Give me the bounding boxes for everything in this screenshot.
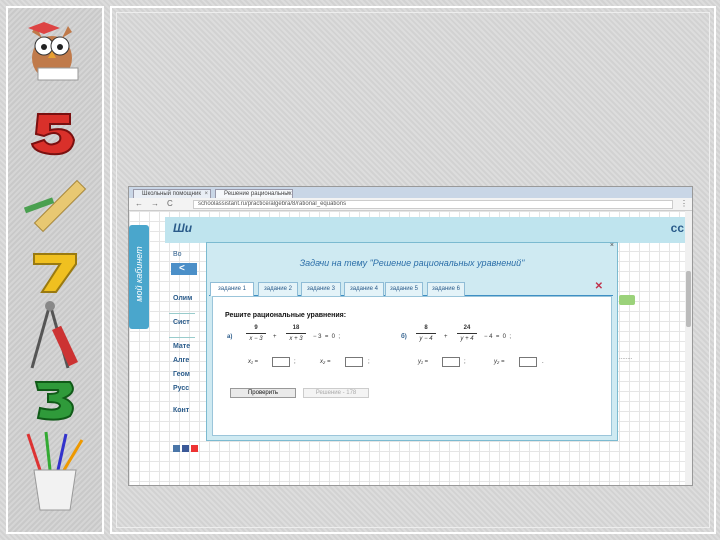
forward-arrow-icon[interactable]: →: [151, 200, 159, 208]
denominator: x − 3: [249, 336, 263, 342]
browser-tab-2[interactable]: Решение рациональных ×: [215, 189, 293, 198]
browser-tabbar: Школьный помощник × Решение рациональных…: [129, 187, 692, 198]
separator: ;: [464, 359, 466, 365]
divider: [169, 337, 195, 338]
answer-input-y2[interactable]: [519, 357, 537, 367]
ruler-pencil-icon: [23, 179, 87, 233]
browser-tab-1[interactable]: Школьный помощник ×: [133, 189, 211, 198]
green-button[interactable]: [619, 295, 635, 305]
equation-rest: − 3 = 0 ;: [313, 334, 341, 340]
menu-icon[interactable]: ⋮: [680, 200, 688, 208]
scrollbar-thumb[interactable]: [686, 271, 691, 327]
taskbar: [199, 479, 489, 485]
browser-tab-label: Школьный помощник: [142, 191, 201, 197]
denominator: x + 3: [289, 336, 303, 342]
close-icon[interactable]: ×: [610, 242, 614, 249]
equation-a-label: а): [227, 334, 233, 340]
task-heading: Решите рациональные уравнения:: [225, 312, 347, 319]
cabinet-label: мой кабинет: [134, 246, 144, 302]
owl-icon: [28, 22, 79, 81]
numerator: 24: [463, 325, 471, 331]
site-header-text: Во: [173, 251, 182, 258]
numerator: 9: [254, 325, 258, 331]
fraction: 9 x − 3: [246, 324, 266, 343]
solution-button[interactable]: Решение - 178: [303, 388, 369, 398]
tab-task-1[interactable]: задание 1: [210, 282, 254, 296]
ellipsis-text: ........: [619, 355, 633, 361]
separator: ;: [368, 359, 370, 365]
answer-input-y1[interactable]: [442, 357, 460, 367]
plus-sign: +: [273, 334, 277, 340]
plus-sign: +: [444, 334, 448, 340]
number-seven-icon: [33, 253, 77, 293]
fraction-bar: [416, 333, 436, 334]
denominator: y + 4: [460, 336, 474, 342]
answer-input-x1[interactable]: [272, 357, 290, 367]
browser-tab-label: Решение рациональных: [224, 191, 292, 197]
site-title-suffix: сс: [670, 221, 684, 235]
fraction: 8 y − 4: [416, 324, 436, 343]
vk-icon[interactable]: [173, 445, 180, 452]
side-menu-item[interactable]: Конт: [173, 407, 189, 414]
separator: .: [542, 359, 544, 365]
site-header: [165, 217, 685, 243]
scrollbar[interactable]: [685, 211, 692, 485]
dialog-title: Задачи на тему "Решение рациональных ура…: [299, 258, 525, 268]
fraction: 24 y + 4: [457, 324, 477, 343]
answer-input-x2[interactable]: [345, 357, 363, 367]
fraction-bar: [286, 333, 306, 334]
site-title[interactable]: Ши: [173, 221, 192, 235]
side-menu-item[interactable]: Сист: [173, 319, 190, 326]
number-five-icon: [30, 113, 76, 156]
browser-window: Школьный помощник × Решение рациональных…: [128, 186, 693, 486]
numerator: 8: [424, 325, 428, 331]
tab-task-5[interactable]: задание 5: [385, 282, 423, 296]
tab-task-2[interactable]: задание 2: [258, 282, 298, 296]
equation-rest: − 4 = 0 ;: [484, 334, 512, 340]
divider: [169, 313, 195, 314]
url-input[interactable]: schoolassistant.ru/practice/algebra/8/ra…: [193, 200, 673, 209]
answer-label-y2: y₂ =: [494, 359, 505, 365]
side-menu-item[interactable]: Алге: [173, 357, 189, 364]
denominator: y − 4: [419, 336, 433, 342]
answer-label-y1: y₁ =: [418, 359, 429, 365]
equation-b-label: б): [401, 334, 407, 340]
close-icon[interactable]: ×: [286, 190, 290, 198]
web-page: Ши сс Во < мой кабинет Олим Сист Мате Ал…: [129, 211, 692, 485]
number-three-icon: [34, 381, 74, 421]
side-menu-item[interactable]: Русс: [173, 385, 189, 392]
facebook-icon[interactable]: [182, 445, 189, 452]
compass-icon: [30, 301, 78, 369]
fraction-bar: [457, 333, 477, 334]
google-plus-icon[interactable]: [191, 445, 198, 452]
task-tabs: задание 1 задание 2 задание 3 задание 4 …: [209, 281, 613, 296]
address-bar: ← → C schoolassistant.ru/practice/algebr…: [129, 198, 692, 211]
side-menu-item[interactable]: Олим: [173, 295, 192, 302]
tab-task-3[interactable]: задание 3: [301, 282, 341, 296]
pencil-cup-icon: [26, 431, 84, 511]
numerator: 18: [292, 325, 300, 331]
back-arrow-icon[interactable]: ←: [135, 200, 143, 208]
side-menu-item[interactable]: Мате: [173, 343, 190, 350]
answer-label-x2: x₂ =: [320, 359, 331, 365]
answer-label-x1: x₁ =: [248, 359, 259, 365]
tab-task-6[interactable]: задание 6: [427, 282, 465, 296]
separator: ;: [294, 359, 296, 365]
tab-task-4[interactable]: задание 4: [344, 282, 384, 296]
task-dialog: × Задачи на тему "Решение рациональных у…: [206, 242, 618, 441]
fraction-bar: [246, 333, 266, 334]
task-content: Решите рациональные уравнения: а) 9 x − …: [212, 296, 612, 436]
check-button[interactable]: Проверить: [230, 388, 296, 398]
fraction: 18 x + 3: [286, 324, 306, 343]
my-cabinet-tab[interactable]: мой кабинет: [129, 225, 149, 329]
back-button[interactable]: <: [171, 263, 197, 275]
reload-icon[interactable]: C: [167, 200, 173, 208]
side-menu-item[interactable]: Геом: [173, 371, 190, 378]
close-icon[interactable]: ✕: [595, 281, 603, 292]
social-links: [173, 439, 201, 452]
close-icon[interactable]: ×: [204, 190, 208, 198]
